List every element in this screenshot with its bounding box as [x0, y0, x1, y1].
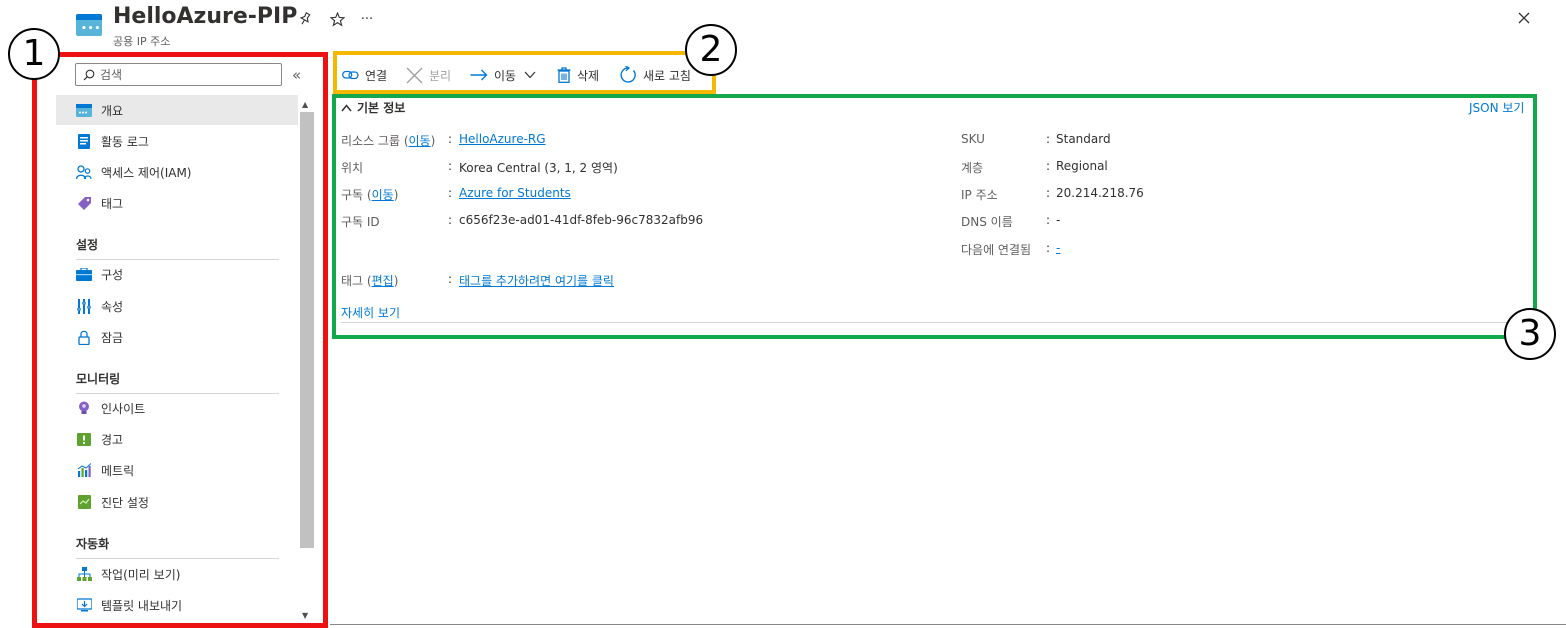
- annotation-marker-1: 1: [8, 28, 60, 80]
- page-subtitle: 공용 IP 주소: [113, 35, 171, 48]
- annotation-box-sidebar: [32, 52, 328, 628]
- annotation-marker-2: 2: [685, 24, 737, 76]
- public-ip-resource-icon: •••: [76, 14, 102, 36]
- close-icon[interactable]: [1514, 8, 1534, 28]
- annotation-box-essentials: [332, 94, 1537, 339]
- content-bottom-border: [330, 624, 1566, 625]
- pin-icon[interactable]: [296, 10, 314, 28]
- annotation-box-toolbar: [333, 51, 716, 94]
- favorite-star-icon[interactable]: [328, 10, 346, 28]
- page-title: HelloAzure-PIP: [113, 4, 298, 29]
- more-options-button[interactable]: ···: [358, 10, 376, 28]
- annotation-marker-3: 3: [1504, 308, 1556, 360]
